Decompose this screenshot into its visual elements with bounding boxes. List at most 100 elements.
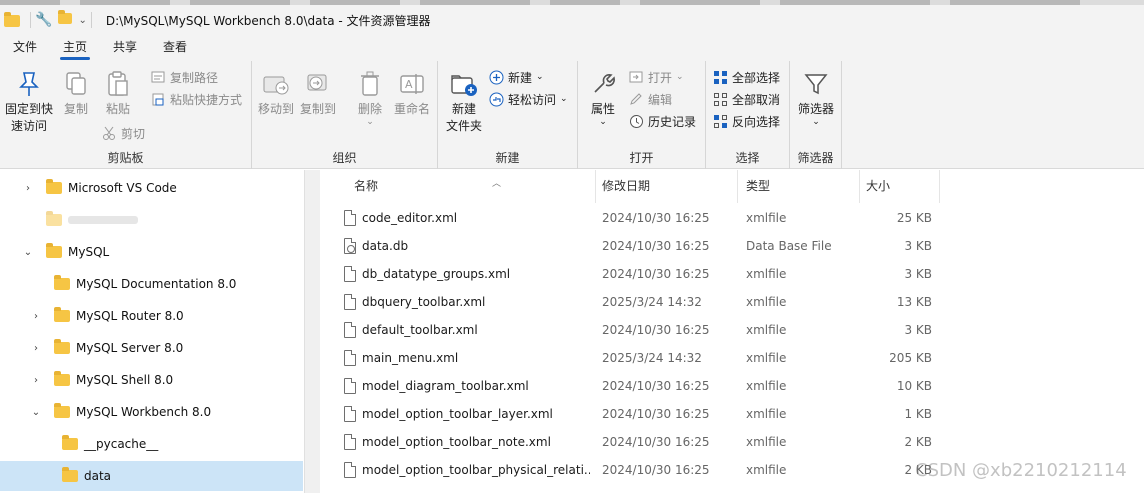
trash-icon [355, 69, 385, 99]
folder-icon [54, 371, 70, 386]
file-size: 3 KB [904, 239, 932, 253]
file-modified: 2024/10/30 16:25 [602, 463, 710, 477]
folder-icon [54, 339, 70, 354]
nav-item-mysql-docs[interactable]: MySQL Documentation 8.0 [0, 269, 303, 299]
filter-group: 筛选器 ⌄ 筛选器 [790, 61, 842, 169]
folder-icon [4, 12, 20, 27]
filter-group-label: 筛选器 [797, 151, 834, 165]
rename-button[interactable]: A 重命名 [392, 69, 432, 118]
select-all-button[interactable]: 全部选择 [712, 67, 780, 87]
sort-up-icon: ︿ [492, 179, 502, 189]
file-row[interactable]: db_datatype_groups.xml 2024/10/30 16:25 xm… [320, 260, 1144, 288]
scissors-icon [101, 125, 117, 141]
file-modified: 2024/10/30 16:25 [602, 323, 710, 337]
history-icon [628, 113, 644, 129]
column-header-name[interactable]: 名称 ︿ [346, 170, 596, 203]
filter-button[interactable]: 筛选器 ⌄ [796, 69, 836, 127]
file-icon [344, 434, 356, 450]
properties-button[interactable]: 属性 ⌄ [586, 69, 620, 127]
column-header-modified[interactable]: 修改日期 [594, 170, 738, 203]
pin-icon [14, 69, 44, 99]
nav-item-mysql[interactable]: ⌄ MySQL [0, 237, 303, 267]
nav-item-mysql-shell[interactable]: › MySQL Shell 8.0 [0, 365, 303, 395]
chevron-down-icon: ⌄ [812, 117, 820, 127]
select-group: 全部选择 全部取消 反向选择 选择 [706, 61, 790, 169]
file-type: xmlfile [746, 211, 787, 225]
file-type: xmlfile [746, 351, 787, 365]
invert-selection-icon [712, 113, 728, 129]
copy-to-button[interactable]: 复制到 [300, 69, 336, 118]
nav-item-mysql-router[interactable]: › MySQL Router 8.0 [0, 301, 303, 331]
file-row[interactable]: default_toolbar.xml 2024/10/30 16:25 xmlfi… [320, 316, 1144, 344]
column-header-type[interactable]: 类型 [738, 170, 860, 203]
properties-icon[interactable]: 🔧 [35, 12, 52, 28]
paste-button[interactable]: 粘贴 [100, 69, 136, 118]
file-name: model_option_toolbar_layer.xml [362, 407, 553, 421]
file-size: 2 KB [904, 435, 932, 449]
invert-selection-button[interactable]: 反向选择 [712, 111, 780, 131]
plus-circle-icon [488, 69, 504, 85]
watermark: CSDN @xb2210212114 [915, 460, 1127, 481]
chevron-right-icon[interactable]: › [30, 375, 42, 386]
file-icon [344, 266, 356, 282]
file-row[interactable]: model_option_toolbar_note.xml 2024/10/30 … [320, 428, 1144, 456]
column-header-size[interactable]: 大小 [858, 170, 940, 203]
paste-icon [103, 69, 133, 99]
file-row[interactable]: main_menu.xml 2025/3/24 14:32 xmlfile 205 K… [320, 344, 1144, 372]
pin-quick-access-button[interactable]: 固定到快 速访问 [4, 69, 54, 135]
file-type: xmlfile [746, 295, 787, 309]
file-modified: 2025/3/24 14:32 [602, 295, 702, 309]
tab-file[interactable]: 文件 [0, 38, 50, 61]
chevron-right-icon[interactable]: › [22, 183, 34, 194]
file-modified: 2024/10/30 16:25 [602, 211, 710, 225]
easy-access-button[interactable]: 轻松访问 ⌄ [488, 89, 568, 109]
tab-view[interactable]: 查看 [150, 38, 200, 61]
open-button[interactable]: 打开 ⌄ [628, 67, 684, 87]
nav-item-data[interactable]: data [0, 461, 303, 491]
history-button[interactable]: 历史记录 [628, 111, 696, 131]
clipboard-group-label: 剪贴板 [107, 151, 144, 165]
edit-button[interactable]: 编辑 [628, 89, 672, 109]
chevron-down-icon[interactable]: ⌄ [78, 15, 86, 26]
new-folder-quick-icon[interactable] [58, 9, 73, 28]
file-row[interactable]: dbquery_toolbar.xml 2025/3/24 14:32 xmlfil… [320, 288, 1144, 316]
file-row[interactable]: model_diagram_toolbar.xml 2024/10/30 16:2… [320, 372, 1144, 400]
file-name: model_option_toolbar_physical_relati... [362, 463, 590, 477]
cut-button[interactable]: 剪切 [101, 123, 145, 143]
file-row[interactable]: model_option_toolbar_layer.xml 2024/10/30… [320, 400, 1144, 428]
nav-scrollbar[interactable] [304, 170, 320, 493]
tab-share[interactable]: 共享 [100, 38, 150, 61]
file-row[interactable]: data.db 2024/10/30 16:25 Data Base File 3 K… [320, 232, 1144, 260]
tab-home[interactable]: 主页 [50, 38, 100, 61]
select-all-icon [712, 69, 728, 85]
chevron-down-icon[interactable]: ⌄ [30, 407, 42, 418]
nav-item-mysql-server[interactable]: › MySQL Server 8.0 [0, 333, 303, 363]
file-icon [344, 406, 356, 422]
paste-shortcut-button[interactable]: 粘贴快捷方式 [150, 89, 242, 109]
file-size: 13 KB [896, 295, 932, 309]
redacted-label [68, 216, 138, 224]
file-type: xmlfile [746, 379, 787, 393]
new-item-button[interactable]: 新建 ⌄ [488, 67, 544, 87]
copy-button[interactable]: 复制 [60, 69, 92, 118]
nav-item-mysql-workbench[interactable]: ⌄ MySQL Workbench 8.0 [0, 397, 303, 427]
copy-path-button[interactable]: 复制路径 [150, 67, 218, 87]
file-name: dbquery_toolbar.xml [362, 295, 486, 309]
move-to-button[interactable]: 移动到 [258, 69, 294, 118]
chevron-right-icon[interactable]: › [30, 311, 42, 322]
nav-item-vscode[interactable]: › Microsoft VS Code [0, 173, 303, 203]
new-folder-button[interactable]: 新建 文件夹 [444, 69, 484, 135]
file-size: 205 KB [889, 351, 932, 365]
open-group: 属性 ⌄ 打开 ⌄ 编辑 历史记录 打开 [578, 61, 706, 169]
chevron-down-icon[interactable]: ⌄ [22, 247, 34, 258]
funnel-icon [801, 69, 831, 99]
file-name: code_editor.xml [362, 211, 458, 225]
nav-item-pycache[interactable]: __pycache__ [0, 429, 303, 459]
chevron-right-icon[interactable]: › [30, 343, 42, 354]
file-row[interactable]: code_editor.xml 2024/10/30 16:25 xmlfile 25… [320, 204, 1144, 232]
nav-item-redacted[interactable] [0, 205, 303, 235]
delete-button[interactable]: 删除 ⌄ [352, 69, 388, 127]
folder-icon [62, 435, 78, 450]
select-none-button[interactable]: 全部取消 [712, 89, 780, 109]
copy-icon [61, 69, 91, 99]
